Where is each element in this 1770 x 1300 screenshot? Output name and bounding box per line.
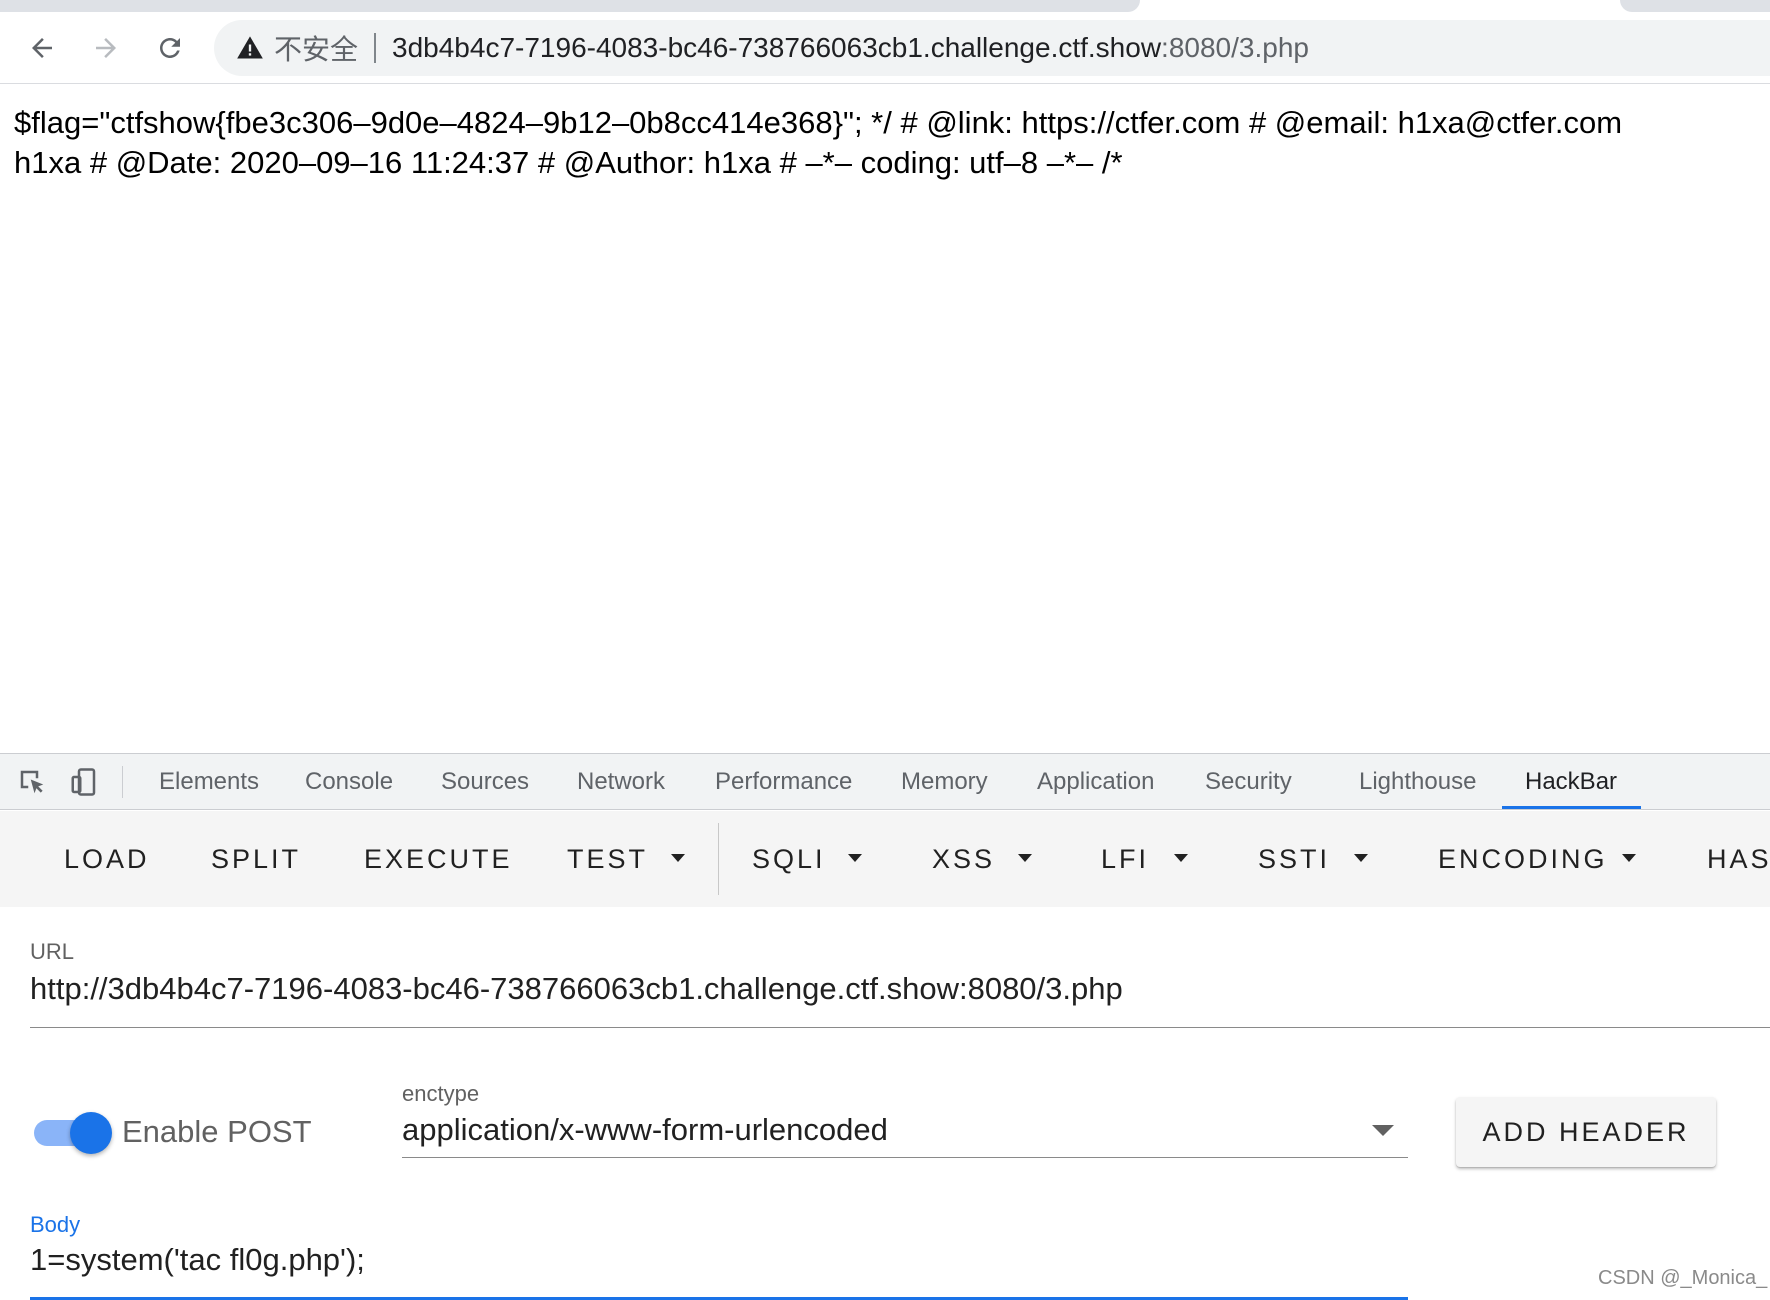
devtools-divider: [122, 766, 123, 798]
tab-console[interactable]: Console: [305, 754, 393, 810]
load-button[interactable]: LOAD: [64, 811, 150, 907]
url-path[interactable]: :8080/3.php: [1161, 32, 1309, 64]
lfi-menu-button[interactable]: LFI: [1101, 811, 1149, 907]
body-field-label: Body: [30, 1212, 81, 1237]
device-toolbar-icon[interactable]: [66, 764, 102, 800]
back-button[interactable]: [20, 26, 64, 70]
forward-button[interactable]: [84, 26, 128, 70]
ssti-menu-button[interactable]: SSTI: [1258, 811, 1330, 907]
url-host[interactable]: 3db4b4c7-7196-4083-bc46-738766063cb1.cha…: [392, 32, 1161, 64]
split-button[interactable]: SPLIT: [211, 811, 301, 907]
inspect-element-icon[interactable]: [14, 764, 50, 800]
tab-network[interactable]: Network: [577, 754, 665, 810]
enctype-select[interactable]: application/x-www-form-urlencoded: [402, 1112, 888, 1148]
hackbar-toolbar: LOAD SPLIT EXECUTE TEST SQLI XSS LFI SST…: [0, 811, 1770, 907]
hackbar-divider: [718, 823, 719, 895]
not-secure-label[interactable]: 不安全: [274, 28, 358, 68]
url-field[interactable]: http://3db4b4c7-7196-4083-bc46-738766063…: [30, 971, 1123, 1007]
tab-strip: [0, 0, 1770, 12]
page-content: $flag="ctfshow{fbe3c306–9d0e–4824–9b12–0…: [0, 85, 1770, 753]
tab-memory[interactable]: Memory: [901, 754, 988, 810]
reload-icon: [160, 38, 180, 58]
address-bar[interactable]: 不安全 3db4b4c7-7196-4083-bc46-738766063cb1…: [214, 20, 1770, 76]
tab-application[interactable]: Application: [1037, 754, 1154, 810]
tab-hackbar[interactable]: HackBar: [1525, 754, 1617, 810]
tab-sources[interactable]: Sources: [441, 754, 529, 810]
chevron-down-icon[interactable]: [1622, 854, 1636, 862]
chevron-down-icon[interactable]: [1018, 854, 1032, 862]
xss-menu-button[interactable]: XSS: [932, 811, 995, 907]
output-line-1: $flag="ctfshow{fbe3c306–9d0e–4824–9b12–0…: [14, 105, 1623, 140]
watermark: CSDN @_Monica_: [1598, 1267, 1768, 1289]
active-tab-indicator: [1502, 806, 1641, 809]
tab-security[interactable]: Security: [1205, 754, 1292, 810]
tab-performance[interactable]: Performance: [715, 754, 852, 810]
body-field[interactable]: 1=system('tac fl0g.php');: [30, 1242, 365, 1278]
reload-button[interactable]: [148, 26, 192, 70]
devtools-tab-bar: Elements Console Sources Network Perform…: [0, 754, 1770, 810]
chevron-down-icon[interactable]: [848, 854, 862, 862]
output-line-2: h1xa # @Date: 2020–09–16 11:24:37 # @Aut…: [14, 145, 1123, 180]
warning-icon[interactable]: [236, 34, 264, 62]
url-field-underline: [30, 1027, 1770, 1028]
tab-lighthouse[interactable]: Lighthouse: [1359, 754, 1476, 810]
enable-post-toggle-thumb[interactable]: [70, 1112, 112, 1154]
encoding-menu-button[interactable]: ENCODING: [1438, 811, 1608, 907]
add-header-button[interactable]: ADD HEADER: [1456, 1097, 1716, 1167]
tab-background: [0, 0, 1140, 12]
hash-menu-button[interactable]: HAS: [1707, 811, 1770, 907]
tab-background: [1620, 0, 1770, 12]
arrow-right-icon: [96, 38, 116, 58]
chevron-down-icon[interactable]: [1354, 854, 1368, 862]
chevron-down-icon[interactable]: [1174, 854, 1188, 862]
chevron-down-icon[interactable]: [671, 854, 685, 862]
execute-button[interactable]: EXECUTE: [364, 811, 513, 907]
enctype-underline: [402, 1157, 1408, 1158]
url-field-label: URL: [30, 939, 75, 964]
enctype-label: enctype: [402, 1081, 480, 1106]
devtools-panel: Elements Console Sources Network Perform…: [0, 753, 1770, 1300]
test-menu-button[interactable]: TEST: [567, 811, 648, 907]
arrow-left-icon: [32, 38, 52, 58]
tab-elements[interactable]: Elements: [159, 754, 259, 810]
enable-post-label: Enable POST: [122, 1114, 312, 1149]
chevron-down-icon[interactable]: [1372, 1125, 1394, 1136]
address-divider: [374, 33, 377, 63]
sqli-menu-button[interactable]: SQLI: [752, 811, 826, 907]
browser-toolbar: 不安全 3db4b4c7-7196-4083-bc46-738766063cb1…: [0, 12, 1770, 84]
